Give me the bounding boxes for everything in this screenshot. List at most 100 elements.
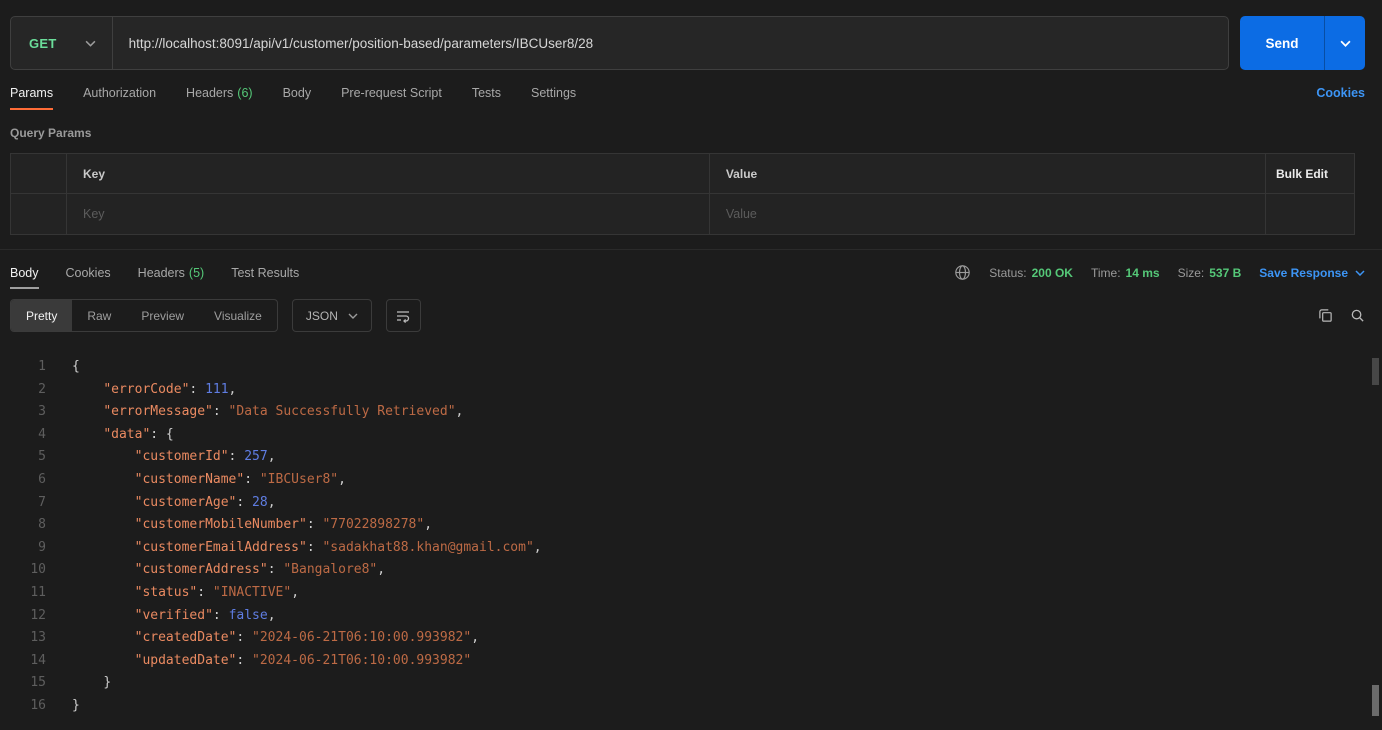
size-pair: Size: 537 B xyxy=(1178,266,1242,280)
response-tab-cookies[interactable]: Cookies xyxy=(66,250,111,295)
copy-button[interactable] xyxy=(1318,308,1333,323)
response-tab-headers[interactable]: Headers (5) xyxy=(138,250,205,295)
code-token: "customerAddress" xyxy=(135,562,268,577)
bulk-edit-button[interactable]: Bulk Edit xyxy=(1276,167,1328,181)
send-dropdown-button[interactable] xyxy=(1324,16,1365,70)
code-line: "updatedDate": "2024-06-21T06:10:00.9939… xyxy=(72,650,542,673)
tab-body[interactable]: Body xyxy=(283,70,312,116)
status-label: Status: xyxy=(989,266,1026,280)
code-line: "data": { xyxy=(72,424,542,447)
code-token: : xyxy=(189,382,205,397)
line-number: 12 xyxy=(0,605,46,628)
line-number: 7 xyxy=(0,492,46,515)
cookies-link[interactable]: Cookies xyxy=(1316,86,1365,100)
param-key-input[interactable] xyxy=(83,207,693,221)
code-token: : xyxy=(307,517,323,532)
code-token: "updatedDate" xyxy=(135,653,237,668)
line-number: 16 xyxy=(0,695,46,718)
request-tabs: Params Authorization Headers (6) Body Pr… xyxy=(0,70,1382,116)
status-pair: Status: 200 OK xyxy=(989,266,1073,280)
time-value: 14 ms xyxy=(1126,266,1160,280)
code-token: , xyxy=(471,630,479,645)
viewer-toolbar: Pretty Raw Preview Visualize JSON xyxy=(0,295,1382,342)
format-select[interactable]: JSON xyxy=(292,299,372,332)
code-token: : xyxy=(236,630,252,645)
tab-label: Body xyxy=(283,86,312,100)
tab-headers[interactable]: Headers (6) xyxy=(186,70,253,116)
code-token: : xyxy=(213,404,229,419)
code-line: { xyxy=(72,356,542,379)
line-number: 5 xyxy=(0,446,46,469)
code-token: , xyxy=(534,540,542,555)
code-line: "customerEmailAddress": "sadakhat88.khan… xyxy=(72,537,542,560)
url-input[interactable] xyxy=(113,17,1228,69)
time-pair: Time: 14 ms xyxy=(1091,266,1160,280)
code-token: , xyxy=(456,404,464,419)
save-response-label: Save Response xyxy=(1259,266,1348,280)
tab-label: Pre-request Script xyxy=(341,86,442,100)
view-mode-pretty[interactable]: Pretty xyxy=(11,300,72,331)
tab-authorization[interactable]: Authorization xyxy=(83,70,156,116)
scrollbar-thumb-bottom[interactable] xyxy=(1372,685,1379,716)
code-token: , xyxy=(268,495,276,510)
code-token: "verified" xyxy=(135,608,213,623)
view-mode-visualize[interactable]: Visualize xyxy=(199,300,277,331)
response-tab-body[interactable]: Body xyxy=(10,250,39,295)
column-header-key: Key xyxy=(67,154,710,193)
query-params-title: Query Params xyxy=(0,116,1382,140)
response-tab-test-results[interactable]: Test Results xyxy=(231,250,299,295)
scrollbar-thumb[interactable] xyxy=(1372,358,1379,385)
row-handle-cell xyxy=(11,154,67,193)
code-token: : xyxy=(236,653,252,668)
send-button[interactable]: Send xyxy=(1240,16,1324,70)
line-number: 2 xyxy=(0,379,46,402)
tab-pre-request-script[interactable]: Pre-request Script xyxy=(341,70,442,116)
code-token: false xyxy=(229,608,268,623)
line-number: 8 xyxy=(0,514,46,537)
tab-tests[interactable]: Tests xyxy=(472,70,501,116)
code-line: "status": "INACTIVE", xyxy=(72,582,542,605)
size-label: Size: xyxy=(1178,266,1205,280)
code-token: "sadakhat88.khan@gmail.com" xyxy=(322,540,533,555)
code-token: "status" xyxy=(135,585,198,600)
code-token: : xyxy=(236,495,252,510)
view-mode-raw[interactable]: Raw xyxy=(72,300,126,331)
time-label: Time: xyxy=(1091,266,1121,280)
line-number: 1 xyxy=(0,356,46,379)
code-token: "customerEmailAddress" xyxy=(135,540,307,555)
code-token: "Data Successfully Retrieved" xyxy=(229,404,456,419)
line-number: 14 xyxy=(0,650,46,673)
code-token: "IBCUser8" xyxy=(260,472,338,487)
line-number: 13 xyxy=(0,627,46,650)
code-token: "errorMessage" xyxy=(103,404,213,419)
wrap-text-button[interactable] xyxy=(386,299,421,332)
param-value-cell xyxy=(710,194,1266,234)
code-line: "errorMessage": "Data Successfully Retri… xyxy=(72,401,542,424)
tab-settings[interactable]: Settings xyxy=(531,70,576,116)
code-token: : xyxy=(229,449,245,464)
code-token: , xyxy=(377,562,385,577)
code-token: "2024-06-21T06:10:00.993982" xyxy=(252,653,471,668)
line-number: 3 xyxy=(0,401,46,424)
code-token: , xyxy=(229,382,237,397)
search-button[interactable] xyxy=(1350,308,1365,323)
code-token: "2024-06-21T06:10:00.993982" xyxy=(252,630,471,645)
code-token: "customerAge" xyxy=(135,495,237,510)
tab-label: Cookies xyxy=(66,266,111,280)
code-token: 28 xyxy=(252,495,268,510)
format-label: JSON xyxy=(306,309,338,323)
view-mode-preview[interactable]: Preview xyxy=(126,300,199,331)
chevron-down-icon xyxy=(1355,270,1365,276)
param-value-input[interactable] xyxy=(726,207,1249,221)
code-token: "customerId" xyxy=(135,449,229,464)
code-token: : xyxy=(307,540,323,555)
save-response-button[interactable]: Save Response xyxy=(1259,266,1365,280)
line-number: 9 xyxy=(0,537,46,560)
method-selector[interactable]: GET xyxy=(11,17,112,69)
param-input-row xyxy=(11,194,1354,234)
status-value: 200 OK xyxy=(1032,266,1073,280)
tab-label: Settings xyxy=(531,86,576,100)
url-container: GET xyxy=(10,16,1229,70)
tab-params[interactable]: Params xyxy=(10,70,53,116)
code-token: "data" xyxy=(103,427,150,442)
